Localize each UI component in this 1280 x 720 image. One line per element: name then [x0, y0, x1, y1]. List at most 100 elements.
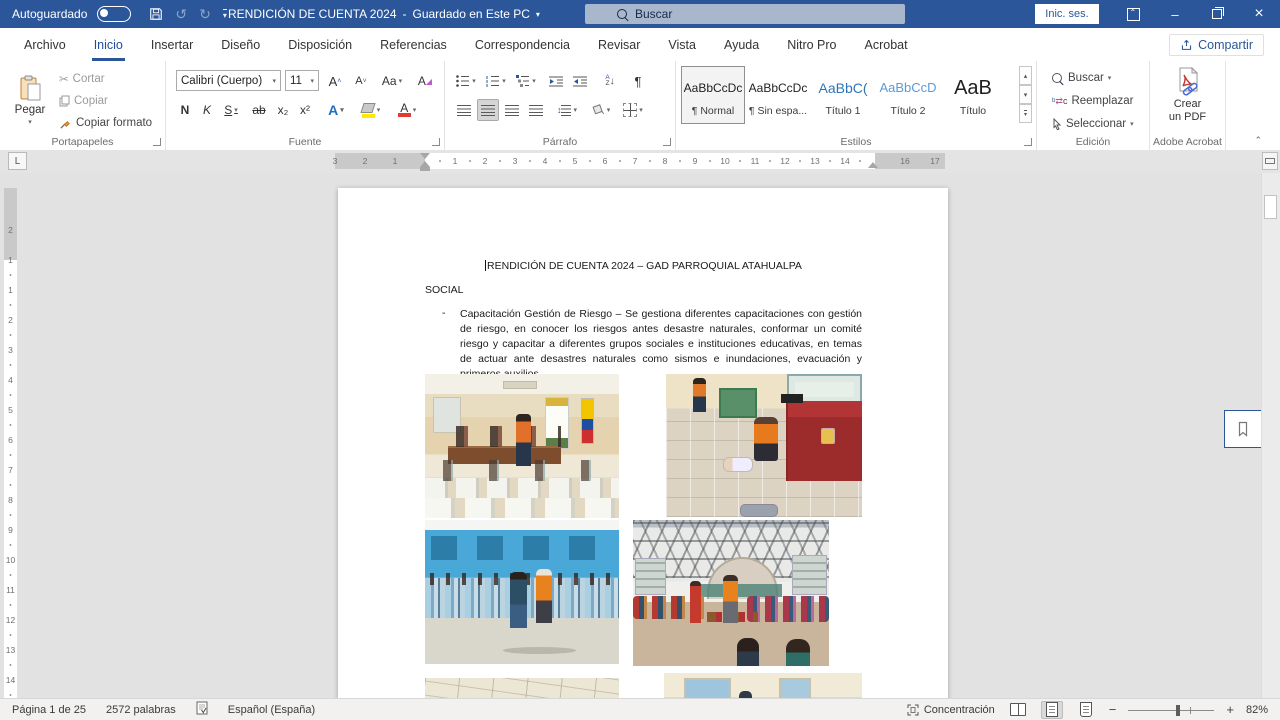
vertical-ruler[interactable]: 211234567891011121314	[4, 188, 17, 698]
focus-mode-button[interactable]: Concentración	[907, 704, 995, 716]
create-pdf-button[interactable]: Crear un PDF	[1150, 67, 1225, 123]
style-t-tulo-2[interactable]: AaBbCcDTítulo 2	[876, 66, 940, 124]
tab-correspondencia[interactable]: Correspondencia	[461, 29, 584, 61]
right-indent-marker[interactable]	[868, 162, 878, 168]
ruler-toggle-button[interactable]	[1262, 152, 1278, 170]
tab-vista[interactable]: Vista	[654, 29, 710, 61]
tab-dise-o[interactable]: Diseño	[207, 29, 274, 61]
format-painter-button[interactable]: Copiar formato	[56, 113, 155, 133]
subscript-button[interactable]: x₂	[272, 99, 294, 121]
decrease-indent-button[interactable]	[545, 70, 567, 92]
text-effects-button[interactable]: A	[322, 99, 350, 121]
gallery-down-button[interactable]: ▾	[1019, 85, 1032, 104]
document-page[interactable]: RENDICIÓN DE CUENTA 2024 – GAD PARROQUIA…	[338, 188, 948, 698]
style--sin-espa-[interactable]: AaBbCcDc¶ Sin espa...	[746, 66, 810, 124]
font-dialog-launcher[interactable]	[432, 138, 440, 146]
photo-cpr-training-session[interactable]	[666, 374, 862, 517]
increase-indent-button[interactable]	[569, 70, 591, 92]
horizontal-ruler[interactable]: 32112345678910111213141617	[335, 153, 945, 169]
borders-button[interactable]	[619, 99, 647, 121]
tab-ayuda[interactable]: Ayuda	[710, 29, 773, 61]
comment-indicator[interactable]	[1224, 410, 1262, 448]
zoom-out-button[interactable]: −	[1109, 702, 1117, 717]
minimize-button[interactable]: –	[1154, 0, 1196, 28]
autosave-toggle[interactable]	[97, 6, 131, 22]
photo-gym-hall-circle[interactable]	[633, 520, 829, 666]
font-name-select[interactable]: Calibri (Cuerpo)▾	[176, 70, 281, 91]
font-color-button[interactable]: A	[392, 99, 422, 121]
bold-button[interactable]: N	[174, 99, 196, 121]
photo-school-courtyard-talk[interactable]	[425, 520, 619, 664]
scrollbar-thumb[interactable]	[1264, 195, 1277, 219]
italic-button[interactable]: K	[196, 99, 218, 121]
paragraph-dialog-launcher[interactable]	[663, 138, 671, 146]
collapse-ribbon-button[interactable]: ⌃	[1254, 135, 1262, 146]
zoom-slider[interactable]	[1128, 704, 1214, 716]
search-box[interactable]: Buscar	[585, 4, 905, 24]
chevron-down-icon[interactable]: ▾	[536, 10, 540, 19]
change-case-button[interactable]: Aa	[378, 70, 406, 92]
photo-partial-ceiling[interactable]	[425, 678, 619, 698]
zoom-in-button[interactable]: +	[1226, 702, 1234, 717]
copy-button[interactable]: Copiar	[56, 91, 111, 111]
photo-partial-room[interactable]	[664, 673, 862, 698]
grow-font-button[interactable]: A˄	[324, 70, 346, 92]
style--normal[interactable]: AaBbCcDc¶ Normal	[681, 66, 745, 124]
quick-access-more-icon[interactable]: ▾	[223, 9, 227, 20]
tab-acrobat[interactable]: Acrobat	[851, 29, 922, 61]
replace-button[interactable]: ᵇ⇄c Reemplazar	[1049, 91, 1136, 111]
save-icon[interactable]	[149, 7, 163, 21]
style-t-tulo[interactable]: AaBTítulo	[941, 66, 1005, 124]
cut-button[interactable]: ✂Cortar	[56, 69, 108, 89]
highlight-color-button[interactable]	[356, 99, 386, 121]
language-indicator[interactable]: Español (España)	[228, 704, 315, 716]
underline-button[interactable]: S	[218, 99, 244, 121]
web-layout-button[interactable]	[1075, 701, 1097, 719]
zoom-slider-thumb[interactable]	[1176, 705, 1180, 716]
styles-dialog-launcher[interactable]	[1024, 138, 1032, 146]
align-center-button[interactable]	[477, 99, 499, 121]
tab-nitro-pro[interactable]: Nitro Pro	[773, 29, 850, 61]
sign-in-button[interactable]: Inic. ses.	[1035, 4, 1099, 24]
select-button[interactable]: Seleccionar▾	[1049, 114, 1137, 134]
word-count[interactable]: 2572 palabras	[106, 704, 176, 716]
style-t-tulo-1[interactable]: AaBbC(Título 1	[811, 66, 875, 124]
left-indent-marker[interactable]	[420, 167, 430, 171]
numbering-button[interactable]	[483, 70, 509, 92]
ribbon-display-options-button[interactable]	[1112, 0, 1154, 28]
tab-disposici-n[interactable]: Disposición	[274, 29, 366, 61]
tab-archivo[interactable]: Archivo	[10, 29, 80, 61]
tab-revisar[interactable]: Revisar	[584, 29, 654, 61]
share-button[interactable]: Compartir	[1169, 34, 1264, 56]
zoom-level[interactable]: 82%	[1246, 704, 1268, 716]
redo-icon[interactable]: ↻	[199, 6, 211, 23]
gallery-more-button[interactable]: ▾	[1019, 104, 1032, 123]
tab-stop-selector[interactable]: L	[8, 152, 27, 170]
shrink-font-button[interactable]: A˅	[350, 70, 372, 92]
read-mode-button[interactable]	[1007, 701, 1029, 719]
superscript-button[interactable]: x²	[294, 99, 316, 121]
tab-inicio[interactable]: Inicio	[80, 29, 137, 61]
sort-button[interactable]: AZ↓	[597, 70, 623, 92]
show-marks-button[interactable]: ¶	[627, 70, 649, 92]
vertical-scrollbar[interactable]	[1261, 173, 1280, 698]
strikethrough-button[interactable]: ab	[248, 99, 270, 121]
close-button[interactable]: ×	[1238, 0, 1280, 28]
shading-button[interactable]	[587, 99, 615, 121]
justify-button[interactable]	[525, 99, 547, 121]
save-status[interactable]: Guardado en Este PC	[413, 7, 530, 21]
align-left-button[interactable]	[453, 99, 475, 121]
undo-icon[interactable]: ↺	[175, 6, 187, 23]
font-size-select[interactable]: 11▾	[285, 70, 319, 91]
print-layout-button[interactable]	[1041, 701, 1063, 719]
page-indicator[interactable]: Página 1 de 25	[12, 704, 86, 716]
clipboard-dialog-launcher[interactable]	[153, 138, 161, 146]
tab-referencias[interactable]: Referencias	[366, 29, 461, 61]
proofing-icon[interactable]	[196, 701, 208, 718]
paste-button[interactable]: Pegar ▾	[8, 66, 52, 134]
clear-formatting-button[interactable]: A◢	[414, 70, 436, 92]
bullets-button[interactable]	[453, 70, 479, 92]
line-spacing-button[interactable]: ↕	[553, 99, 581, 121]
tab-insertar[interactable]: Insertar	[137, 29, 207, 61]
align-right-button[interactable]	[501, 99, 523, 121]
